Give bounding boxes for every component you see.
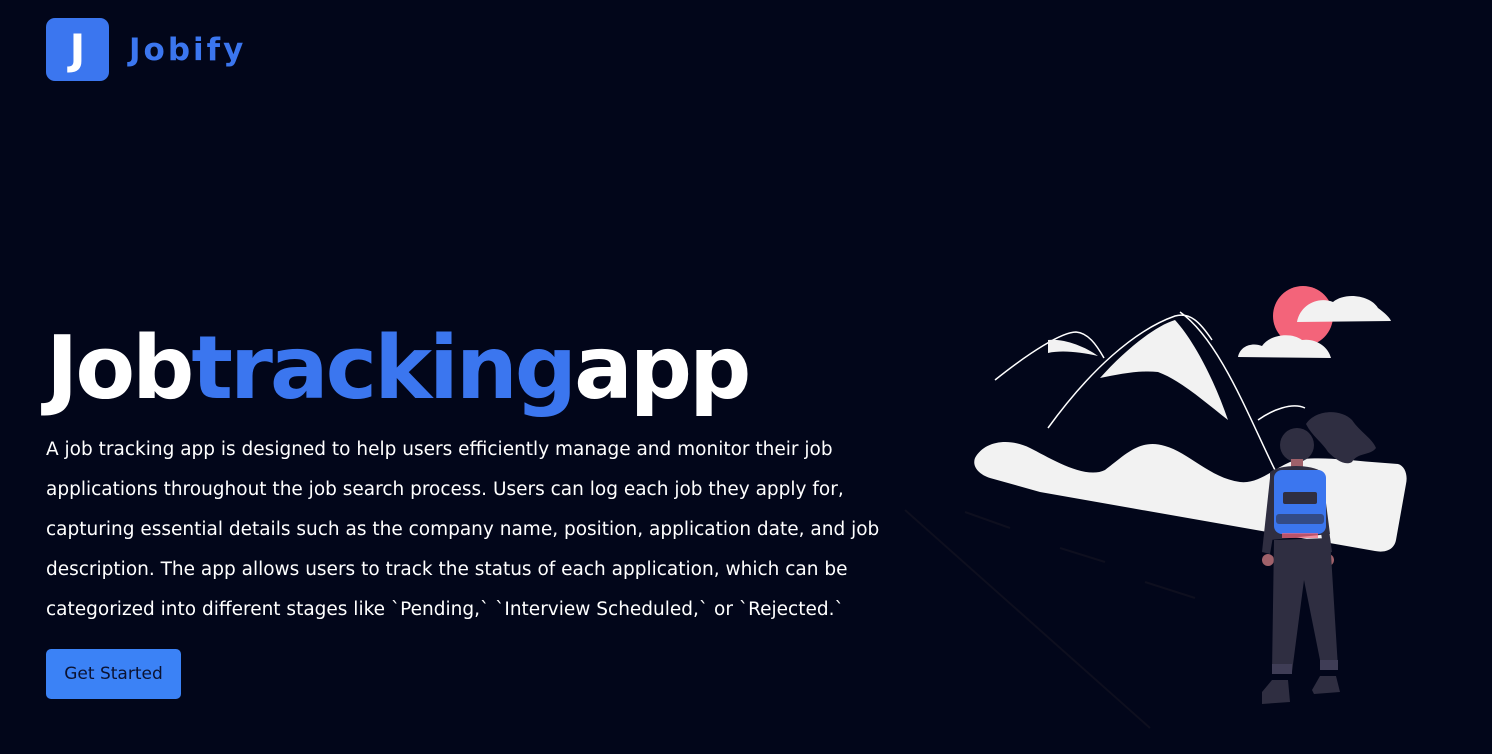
woman-looking-at-mountains-illustration bbox=[904, 286, 1407, 729]
hero-title: Jobtrackingapp bbox=[46, 318, 906, 418]
logo-text: Jobify bbox=[129, 31, 247, 68]
logo-mark: J bbox=[46, 18, 109, 81]
hero-title-word-3: app bbox=[574, 317, 751, 419]
hero-description: A job tracking app is designed to help u… bbox=[46, 439, 880, 620]
landing-page: J Jobify Jobtrackingapp A job tracking a… bbox=[0, 0, 1492, 754]
hero-section: Jobtrackingapp A job tracking app is des… bbox=[46, 318, 906, 630]
hero-title-word-1: Job bbox=[46, 317, 194, 419]
hero-title-word-2: tracking bbox=[191, 317, 577, 419]
logo[interactable]: J Jobify bbox=[46, 18, 246, 81]
get-started-button[interactable]: Get Started bbox=[46, 649, 181, 699]
